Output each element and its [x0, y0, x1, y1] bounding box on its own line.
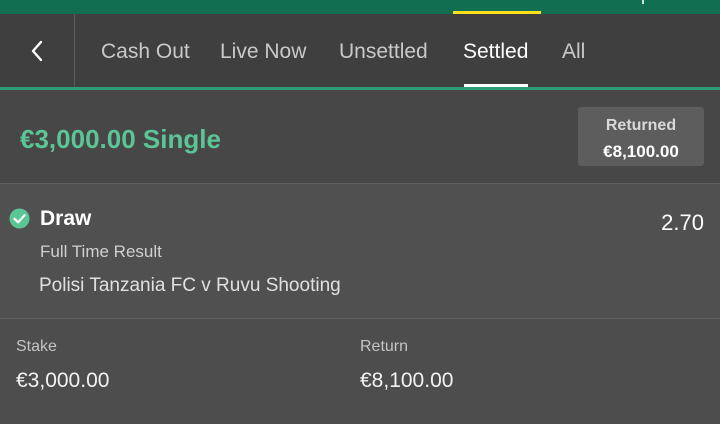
tab-all[interactable]: All — [562, 14, 585, 87]
back-button[interactable] — [0, 14, 75, 87]
tab-unsettled[interactable]: Unsettled — [339, 14, 428, 87]
stake-value: €3,000.00 — [16, 369, 110, 392]
tab-live-now[interactable]: Live Now — [220, 14, 306, 87]
selection-market: Full Time Result — [40, 242, 162, 261]
return-label: Return — [360, 338, 409, 355]
returned-label: Returned — [605, 117, 677, 134]
stake-label: Stake — [16, 338, 57, 355]
bet-selection: Draw 2.70 Full Time Result Polisi Tanzan… — [0, 184, 720, 319]
selection-event: Polisi Tanzania FC v Ruvu Shooting — [39, 275, 341, 296]
check-circle-icon — [9, 208, 30, 229]
returned-value: €8,100.00 — [603, 142, 679, 161]
return-value: €8,100.00 — [360, 369, 454, 392]
selection-name: Draw — [40, 207, 92, 230]
bet-title: €3,000.00 Single — [20, 124, 221, 154]
tab-cash-out[interactable]: Cash Out — [101, 14, 190, 87]
top-app-bar — [0, 0, 720, 14]
tab-settled[interactable]: Settled — [463, 14, 529, 87]
selection-odds: 2.70 — [661, 210, 704, 235]
bets-nav: Cash Out Live Now Unsettled Settled All — [0, 14, 720, 87]
returned-badge: Returned €8,100.00 — [578, 107, 704, 166]
bet-summary: Stake €3,000.00 Return €8,100.00 — [0, 319, 720, 424]
top-bar-mark — [642, 0, 644, 4]
chevron-left-icon — [31, 40, 43, 61]
bet-header[interactable]: €3,000.00 Single Returned €8,100.00 — [0, 90, 720, 184]
